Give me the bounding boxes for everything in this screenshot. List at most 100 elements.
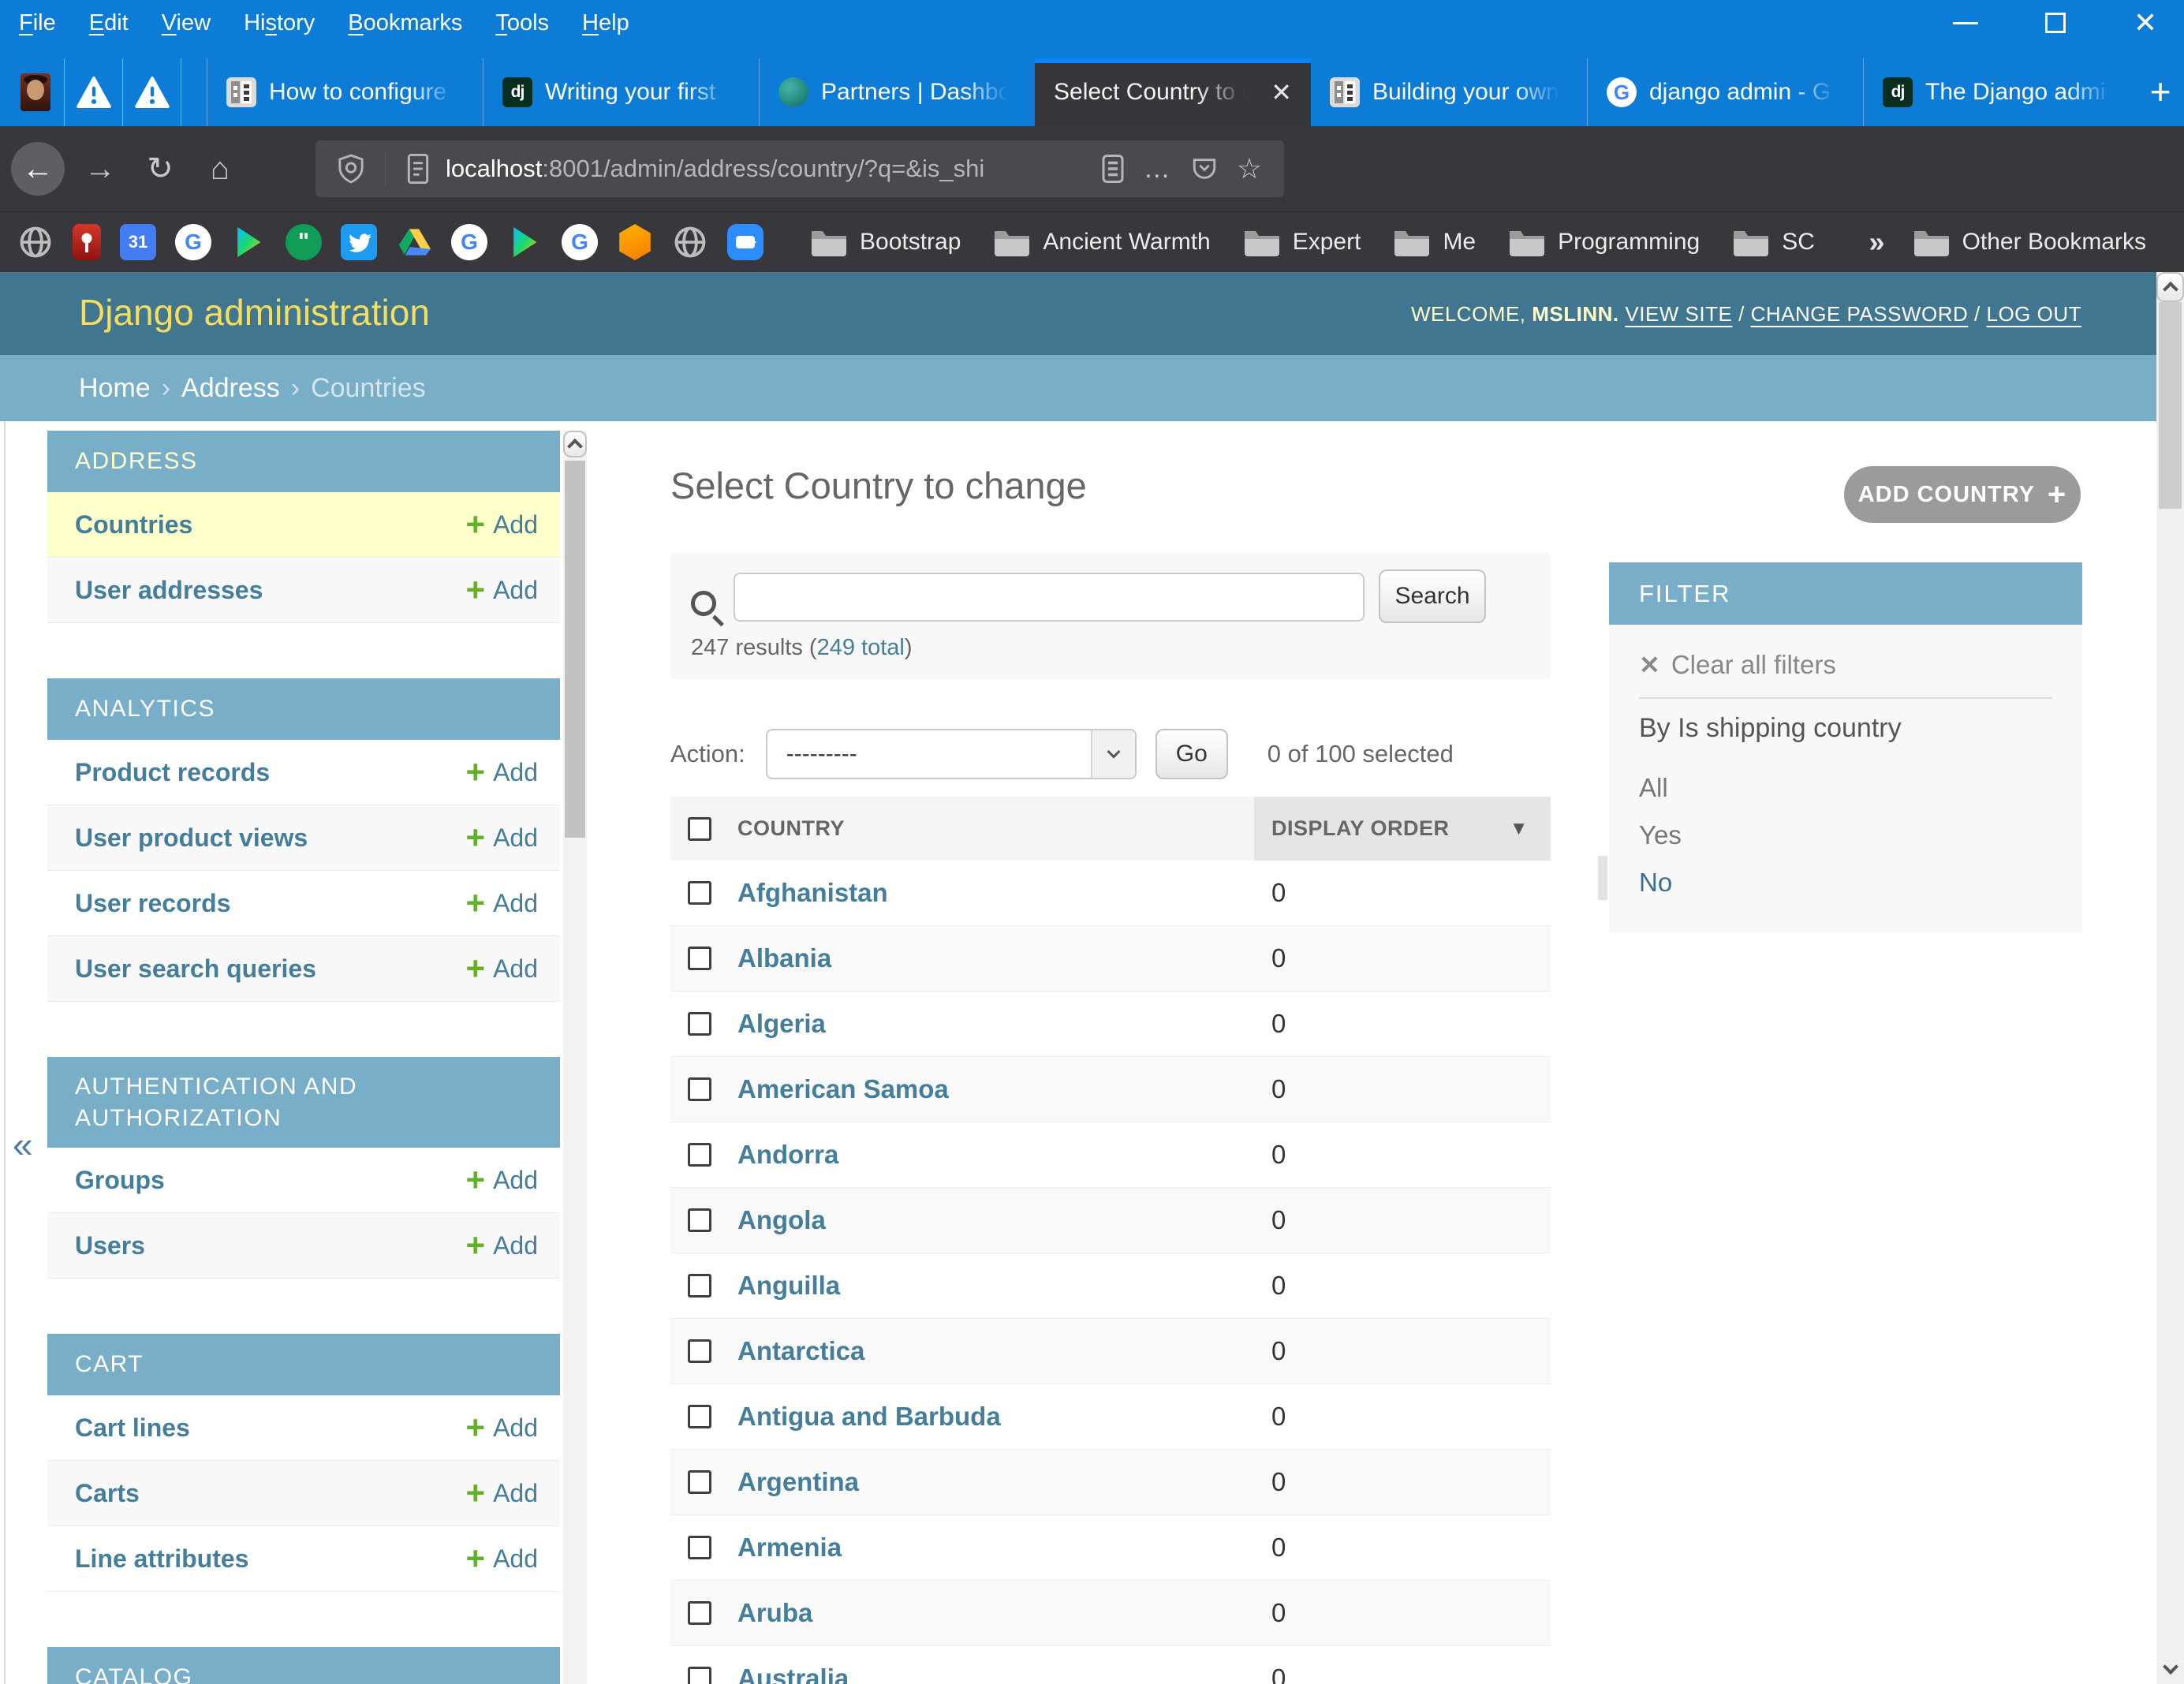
log-out-link[interactable]: LOG OUT bbox=[1986, 302, 2081, 326]
country-link[interactable]: Australia bbox=[737, 1663, 849, 1684]
clear-all-filters-link[interactable]: ✕ Clear all filters bbox=[1639, 650, 1836, 680]
page-info-icon[interactable] bbox=[406, 154, 430, 184]
sort-descending-icon[interactable]: ▼ bbox=[1510, 818, 1529, 840]
sidebar-item-carts[interactable]: Carts +Add bbox=[47, 1461, 560, 1526]
change-password-link[interactable]: CHANGE PASSWORD bbox=[1751, 302, 1969, 326]
country-link[interactable]: Anguilla bbox=[737, 1271, 840, 1300]
tab-how-to-configure[interactable]: How to configure bbox=[207, 58, 483, 126]
add-countries-link[interactable]: +Add bbox=[466, 508, 538, 541]
country-link[interactable]: Afghanistan bbox=[737, 878, 888, 907]
sidebar-item-user-records[interactable]: User records +Add bbox=[47, 871, 560, 936]
calendar-bookmark-icon[interactable]: 31 bbox=[120, 224, 156, 260]
menu-file[interactable]: File bbox=[19, 10, 56, 36]
google-drive-bookmark-icon[interactable] bbox=[396, 224, 432, 260]
total-results-link[interactable]: 249 total bbox=[817, 635, 905, 660]
filter-option-no[interactable]: No bbox=[1639, 868, 1672, 898]
scroll-up-icon[interactable] bbox=[2156, 272, 2184, 302]
menu-bookmarks[interactable]: Bookmarks bbox=[348, 10, 462, 36]
bookmark-folder-sc[interactable]: SC bbox=[1731, 226, 1815, 258]
scroll-up-icon[interactable] bbox=[563, 431, 587, 457]
row-checkbox[interactable] bbox=[688, 881, 711, 905]
menu-history[interactable]: History bbox=[244, 10, 315, 36]
new-tab-button[interactable]: + bbox=[2141, 69, 2180, 114]
country-link[interactable]: Angola bbox=[737, 1205, 826, 1234]
row-checkbox[interactable] bbox=[688, 1536, 711, 1559]
row-checkbox[interactable] bbox=[688, 1667, 711, 1684]
sidebar-item-cart-lines[interactable]: Cart lines +Add bbox=[47, 1395, 560, 1461]
scroll-down-icon[interactable] bbox=[2156, 1654, 2184, 1684]
sidebar-item-users[interactable]: Users +Add bbox=[47, 1213, 560, 1279]
google-bookmark-icon[interactable]: G bbox=[175, 224, 211, 260]
google-bookmark-icon[interactable]: G bbox=[562, 224, 598, 260]
country-link[interactable]: Algeria bbox=[737, 1009, 826, 1038]
action-select[interactable]: --------- bbox=[766, 729, 1137, 779]
bookmark-folder-bootstrap[interactable]: Bootstrap bbox=[809, 226, 961, 258]
bookmark-folder-programming[interactable]: Programming bbox=[1507, 226, 1700, 258]
shield-icon[interactable] bbox=[338, 154, 364, 184]
other-bookmarks-folder[interactable]: Other Bookmarks bbox=[1912, 226, 2146, 258]
bookmark-star-icon[interactable]: ☆ bbox=[1237, 152, 1262, 185]
add-users-link[interactable]: +Add bbox=[466, 1229, 538, 1262]
add-cart-lines-link[interactable]: +Add bbox=[466, 1411, 538, 1444]
go-button[interactable]: Go bbox=[1155, 729, 1228, 779]
menu-view[interactable]: View bbox=[162, 10, 211, 36]
filter-option-yes[interactable]: Yes bbox=[1639, 820, 1682, 850]
pinned-tab-warning-2[interactable] bbox=[123, 58, 181, 126]
pocket-icon[interactable] bbox=[1191, 155, 1218, 182]
row-checkbox[interactable] bbox=[688, 1012, 711, 1036]
sidebar-item-user-addresses[interactable]: User addresses +Add bbox=[47, 558, 560, 623]
add-user-addresses-link[interactable]: +Add bbox=[466, 573, 538, 607]
forward-icon[interactable]: → bbox=[76, 151, 125, 187]
row-checkbox[interactable] bbox=[688, 1339, 711, 1363]
menu-tools[interactable]: Tools bbox=[495, 10, 549, 36]
tab-django-admin-google[interactable]: G django admin - G bbox=[1587, 58, 1863, 126]
country-link[interactable]: Albania bbox=[737, 943, 831, 973]
bookmark-folder-ancient-warmth[interactable]: Ancient Warmth bbox=[992, 226, 1210, 258]
reader-mode-icon[interactable] bbox=[1101, 155, 1125, 183]
row-checkbox[interactable] bbox=[688, 1077, 711, 1101]
add-line-attributes-link[interactable]: +Add bbox=[466, 1542, 538, 1575]
select-all-checkbox[interactable] bbox=[688, 817, 711, 841]
menu-edit[interactable]: Edit bbox=[89, 10, 129, 36]
maximize-icon[interactable] bbox=[2031, 0, 2080, 46]
country-link[interactable]: Antigua and Barbuda bbox=[737, 1402, 1001, 1431]
home-icon[interactable]: ⌂ bbox=[196, 151, 245, 187]
google-bookmark-icon[interactable]: G bbox=[451, 224, 487, 260]
play-store-bookmark-icon[interactable] bbox=[506, 224, 543, 260]
play-store-bookmark-icon[interactable] bbox=[230, 224, 267, 260]
zoom-bookmark-icon[interactable] bbox=[727, 224, 763, 260]
row-checkbox[interactable] bbox=[688, 1405, 711, 1428]
sidebar-scrollbar-thumb[interactable] bbox=[565, 461, 585, 838]
site-title[interactable]: Django administration bbox=[79, 291, 430, 334]
country-link[interactable]: Armenia bbox=[737, 1533, 842, 1562]
reload-icon[interactable]: ↻ bbox=[136, 151, 185, 187]
url-bar[interactable]: localhost:8001/admin/address/country/?q=… bbox=[315, 140, 1284, 197]
sidebar-item-groups[interactable]: Groups +Add bbox=[47, 1148, 560, 1213]
twitter-bookmark-icon[interactable] bbox=[341, 224, 377, 260]
column-header-display-order[interactable]: DISPLAY ORDER▼ bbox=[1254, 797, 1551, 861]
country-link[interactable]: Antarctica bbox=[737, 1336, 864, 1365]
page-actions-icon[interactable]: … bbox=[1144, 154, 1172, 185]
search-input[interactable] bbox=[734, 573, 1365, 622]
tab-writing-your-first[interactable]: dj Writing your first bbox=[483, 58, 759, 126]
sidebar-item-user-search-queries[interactable]: User search queries +Add bbox=[47, 936, 560, 1002]
add-country-button[interactable]: ADD COUNTRY+ bbox=[1844, 466, 2081, 523]
search-button[interactable]: Search bbox=[1379, 569, 1486, 623]
row-checkbox[interactable] bbox=[688, 1274, 711, 1298]
bookmark-folder-me[interactable]: Me bbox=[1392, 226, 1476, 258]
sidebar-item-line-attributes[interactable]: Line attributes +Add bbox=[47, 1526, 560, 1592]
hangouts-bookmark-icon[interactable]: " bbox=[286, 224, 322, 260]
country-link[interactable]: Argentina bbox=[737, 1467, 859, 1496]
add-groups-link[interactable]: +Add bbox=[466, 1163, 538, 1197]
orange-gem-bookmark-icon[interactable] bbox=[617, 224, 653, 260]
country-link[interactable]: American Samoa bbox=[737, 1074, 949, 1103]
add-product-records-link[interactable]: +Add bbox=[466, 756, 538, 789]
globe-bookmark-icon[interactable] bbox=[17, 224, 54, 260]
breadcrumb-home[interactable]: Home bbox=[79, 373, 151, 404]
country-link[interactable]: Aruba bbox=[737, 1598, 812, 1627]
tab-building-your-own[interactable]: Building your own bbox=[1311, 58, 1587, 126]
sidebar-item-countries[interactable]: Countries +Add bbox=[47, 492, 560, 558]
tab-select-country-active[interactable]: Select Country to c ✕ bbox=[1035, 58, 1311, 126]
menu-help[interactable]: Help bbox=[582, 10, 629, 36]
sidebar-collapse-icon[interactable]: « bbox=[13, 1123, 33, 1166]
